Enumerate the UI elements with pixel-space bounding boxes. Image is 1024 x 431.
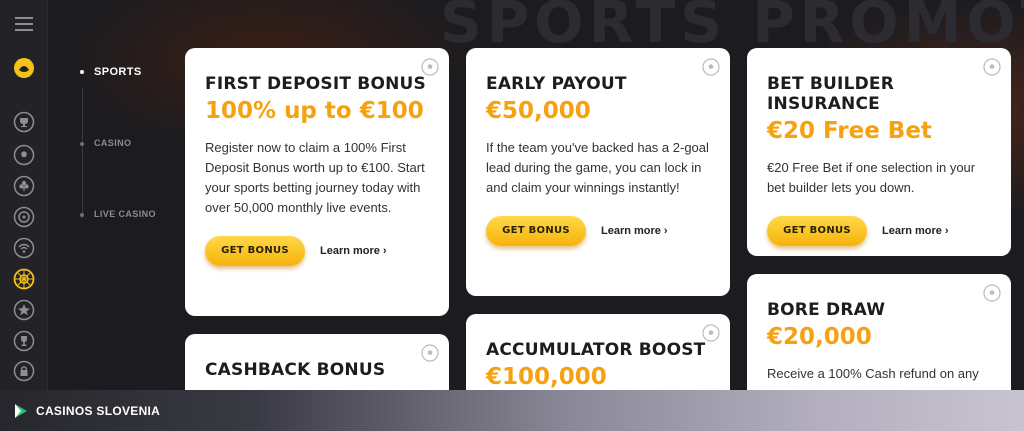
dot	[80, 212, 84, 217]
card-amount: €20 Free Bet	[767, 118, 932, 144]
card-description: Receive a 100% Cash refund on any	[767, 366, 979, 381]
subnav-item-casino[interactable]: CASINO	[80, 138, 131, 148]
soccer-ball-icon	[983, 284, 1001, 302]
dot	[80, 141, 84, 146]
card-title: FIRST DEPOSIT BONUS	[205, 74, 426, 94]
brand-logo-icon	[15, 404, 27, 418]
card-actions: GET BONUS Learn more ›	[767, 216, 991, 246]
trophy-icon[interactable]	[12, 110, 36, 134]
cup-icon[interactable]	[12, 329, 36, 353]
get-bonus-button[interactable]: GET BONUS	[486, 216, 586, 246]
brand-name: CASINOS SLOVENIA	[36, 404, 161, 418]
card-title: ACCUMULATOR BOOST	[486, 340, 706, 360]
card-amount: €20,000	[767, 324, 872, 350]
soccer-ball-icon	[983, 58, 1001, 76]
card-amount: €50,000	[486, 98, 591, 124]
card-title: EARLY PAYOUT	[486, 74, 627, 94]
learn-more-link[interactable]: Learn more ›	[882, 225, 949, 237]
learn-more-label: Learn more	[601, 225, 661, 237]
wheel-icon[interactable]	[12, 267, 36, 291]
learn-more-link[interactable]: Learn more ›	[320, 245, 387, 257]
chevron-right-icon: ›	[382, 245, 387, 257]
tiger-logo-icon[interactable]	[12, 56, 36, 80]
subnav-item-sports[interactable]: SPORTS	[80, 66, 142, 78]
get-bonus-button[interactable]: GET BONUS	[205, 236, 305, 266]
promo-card-early-payout: EARLY PAYOUT €50,000 If the team you've …	[466, 48, 730, 296]
card-description: €20 Free Bet if one selection in your be…	[767, 160, 976, 195]
card-title: BET BUILDER INSURANCE	[767, 74, 895, 114]
subnav-label: CASINO	[94, 138, 132, 148]
menu-icon[interactable]	[12, 12, 36, 36]
star-badge-icon[interactable]	[12, 298, 36, 322]
chevron-right-icon: ›	[663, 225, 668, 237]
promo-card-bet-builder: BET BUILDER INSURANCE €20 Free Bet €20 F…	[747, 48, 1011, 256]
subnav-item-live-casino[interactable]: LIVE CASINO	[80, 209, 156, 219]
soccer-ball-icon	[702, 324, 720, 342]
promo-card-bore-draw: BORE DRAW €20,000 Receive a 100% Cash re…	[747, 274, 1011, 404]
get-bonus-button[interactable]: GET BONUS	[767, 216, 867, 246]
left-rail	[0, 0, 48, 431]
card-amount: 100% up to €100	[205, 98, 424, 124]
card-actions: GET BONUS Learn more ›	[205, 236, 429, 266]
footer-bar: CASINOS SLOVENIA	[0, 390, 1024, 431]
card-description: If the team you've backed has a 2-goal l…	[486, 140, 709, 195]
card-amount: €100,000	[486, 364, 607, 390]
chevron-right-icon: ›	[944, 225, 949, 237]
promo-card-first-deposit: FIRST DEPOSIT BONUS 100% up to €100 Regi…	[185, 48, 449, 316]
subnav-label: SPORTS	[94, 66, 142, 78]
learn-more-label: Learn more	[882, 225, 942, 237]
soccer-ball-icon	[421, 58, 439, 76]
subnav-line	[82, 88, 83, 218]
soccer-ball-icon	[421, 344, 439, 362]
card-actions: GET BONUS Learn more ›	[486, 216, 710, 246]
active-dot	[80, 70, 84, 75]
lock-icon[interactable]	[12, 359, 36, 383]
subnav-label: LIVE CASINO	[94, 209, 156, 219]
brand: CASINOS SLOVENIA	[12, 402, 160, 420]
soccer-ball-icon[interactable]	[12, 143, 36, 167]
club-icon[interactable]	[12, 174, 36, 198]
card-title: CASHBACK BONUS	[205, 360, 386, 380]
learn-more-link[interactable]: Learn more ›	[601, 225, 668, 237]
learn-more-label: Learn more	[320, 245, 380, 257]
soccer-ball-icon	[702, 58, 720, 76]
roulette-icon[interactable]	[12, 205, 36, 229]
card-description: Register now to claim a 100% First Depos…	[205, 140, 425, 215]
live-signal-icon[interactable]	[12, 236, 36, 260]
card-title: BORE DRAW	[767, 300, 886, 320]
